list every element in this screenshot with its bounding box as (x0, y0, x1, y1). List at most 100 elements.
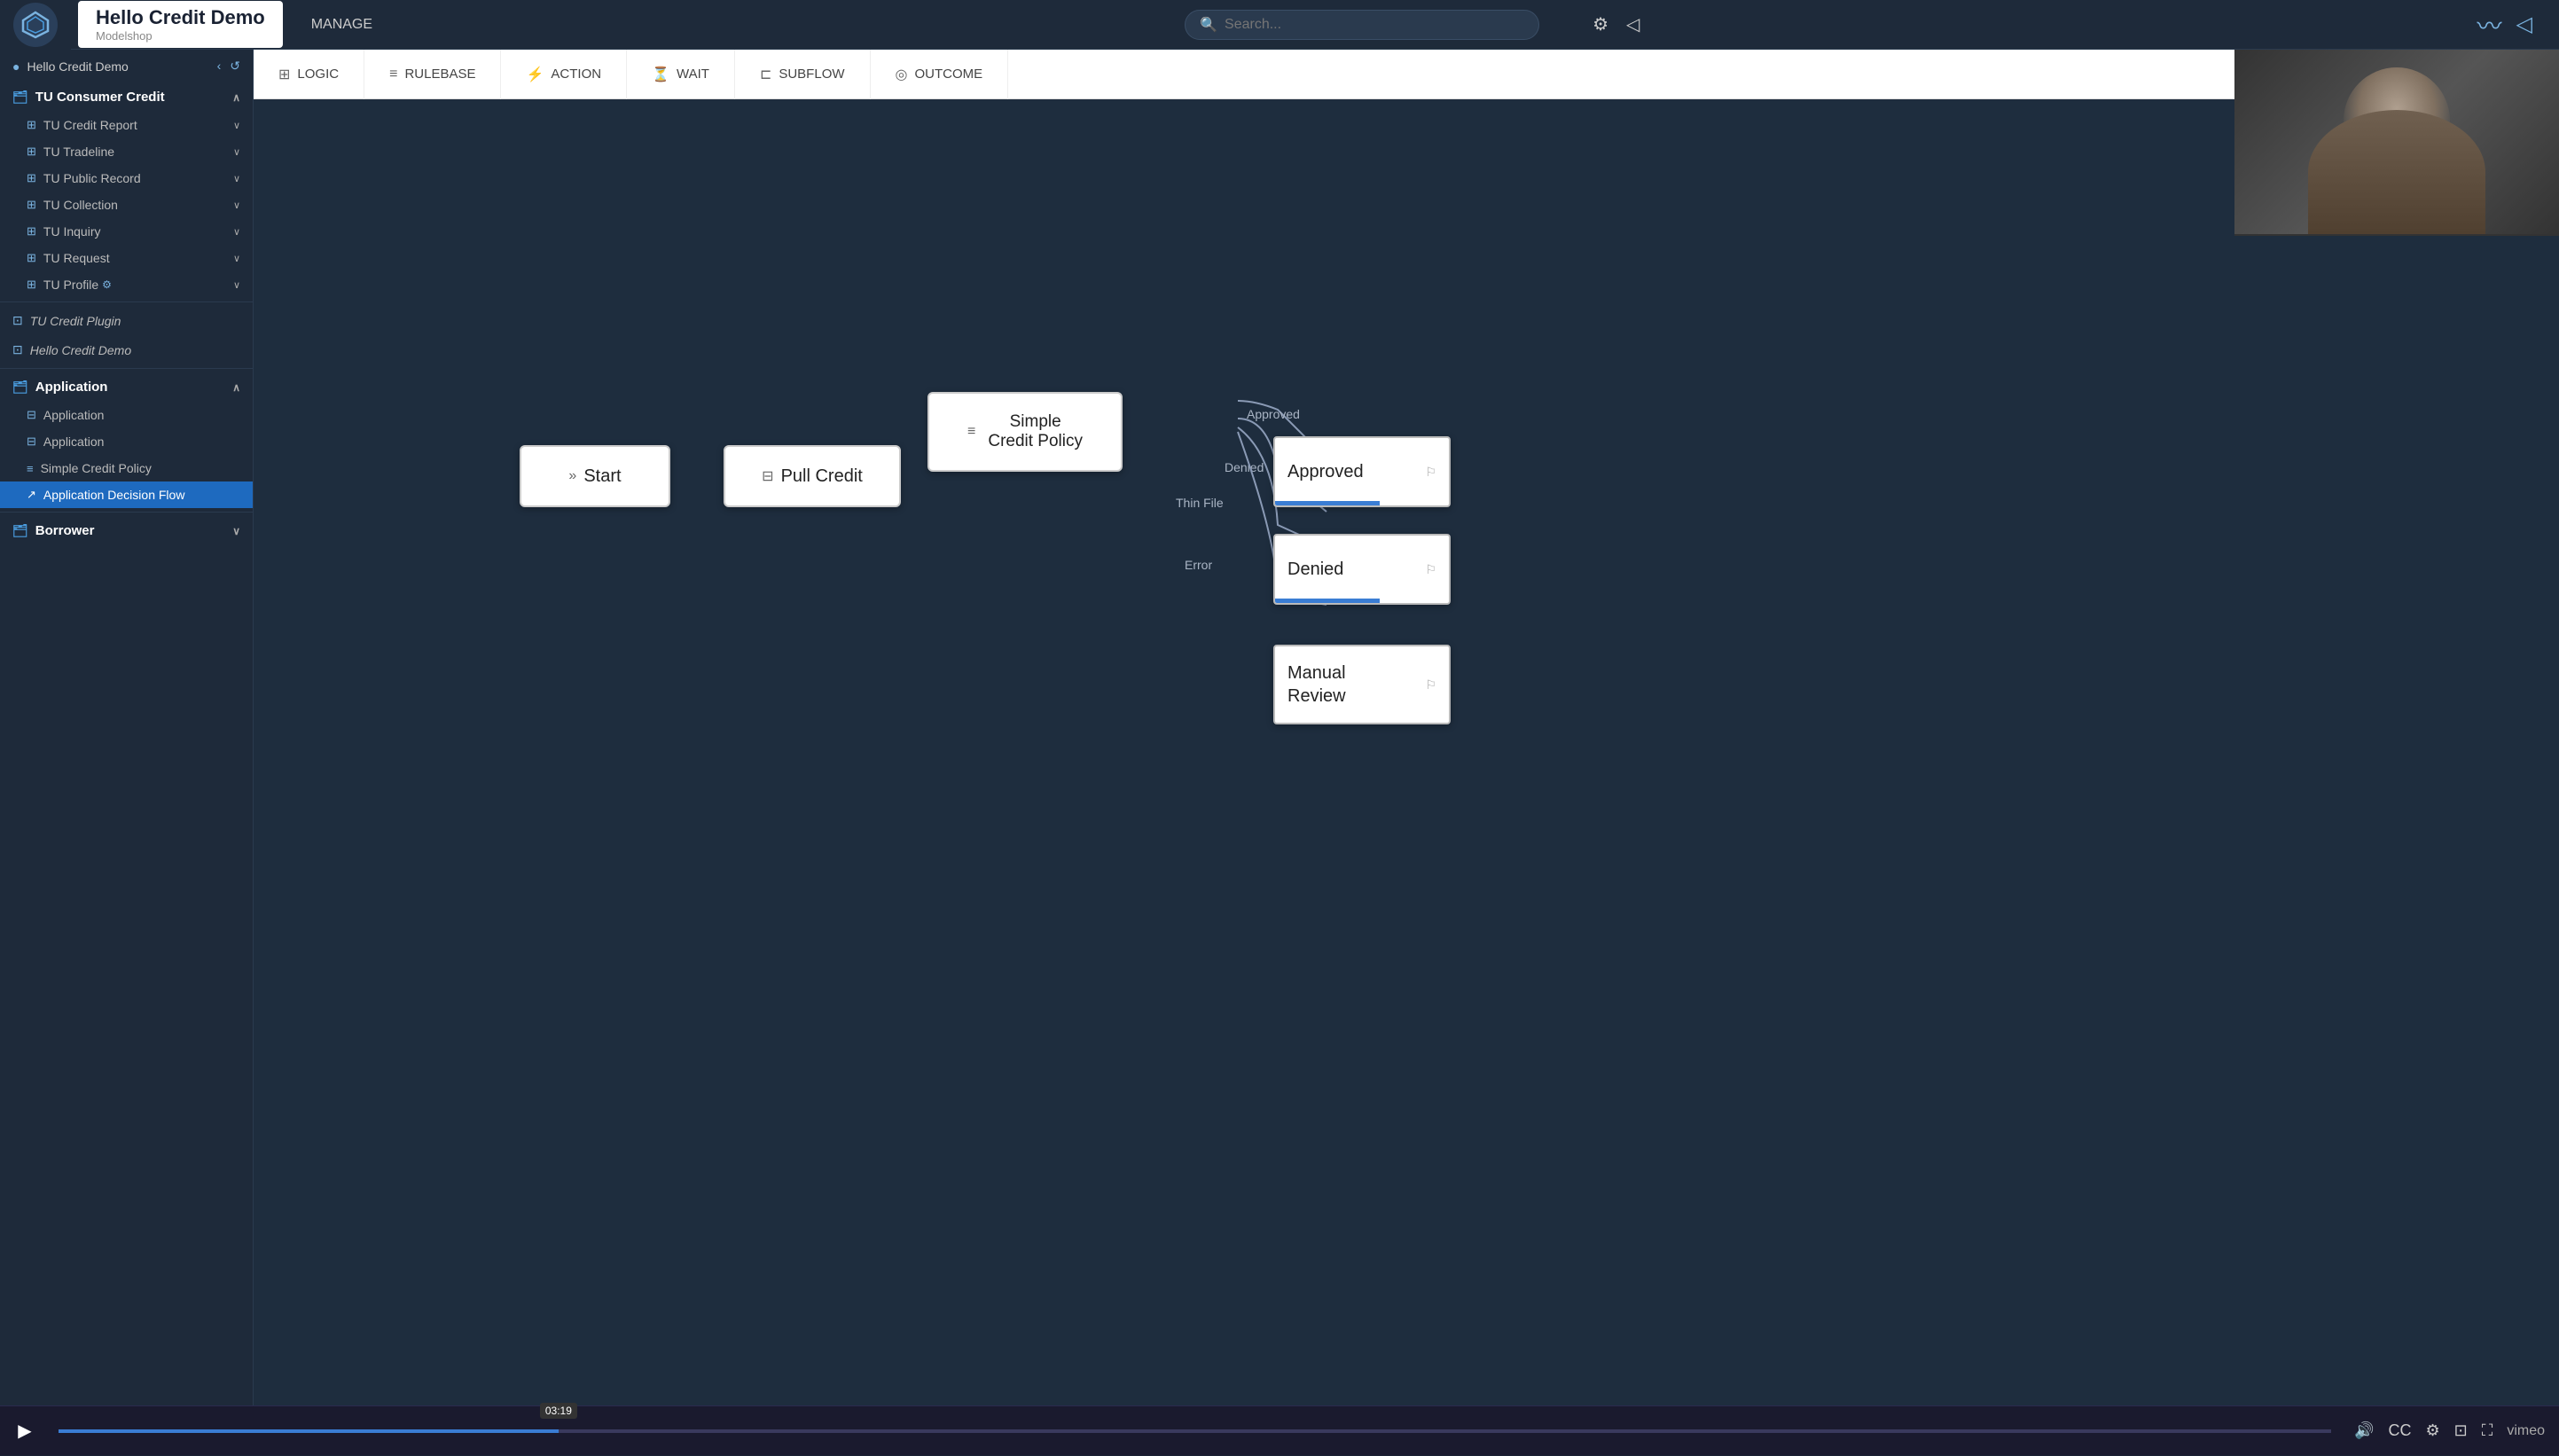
topbar: Hello Credit Demo Modelshop MANAGE 🔍 ⚙ ◁… (0, 0, 2559, 50)
tu-credit-plugin-item[interactable]: ⊡ TU Credit Plugin (0, 306, 253, 335)
app-1-icon: ⊟ (27, 408, 36, 422)
tu-credit-report-chevron: ∨ (233, 120, 240, 131)
settings-icon[interactable]: ⚙ (1593, 13, 1608, 35)
application-section-label: Application (35, 380, 108, 395)
svg-text:Denied: Denied (1225, 460, 1264, 474)
sidebar: ● Hello Credit Demo ‹ ↺ 🗂 TU Consumer Cr… (0, 50, 254, 1405)
app-title-area: Hello Credit Demo Modelshop (78, 1, 283, 48)
main-area: ⊞ LOGIC ≡ RULEBASE ⚡ ACTION ⏳ WAIT ⊏ SUB… (254, 50, 2559, 1405)
simple-credit-policy-node[interactable]: ≡ SimpleCredit Policy (927, 392, 1123, 472)
start-node[interactable]: » Start (520, 445, 670, 507)
progress-fill (59, 1429, 559, 1433)
settings-video-icon[interactable]: ⚙ (2425, 1421, 2439, 1440)
play-button[interactable]: ▶ (0, 1406, 50, 1456)
send-icon[interactable]: ◁ (2516, 12, 2532, 37)
app-title: Hello Credit Demo (96, 6, 265, 29)
tu-public-record-item[interactable]: ⊞ TU Public Record ∨ (0, 165, 253, 192)
denied-blue-bar (1275, 599, 1380, 603)
rulebase-button[interactable]: ≡ RULEBASE (364, 50, 501, 99)
volume-icon[interactable]: 🔊 (2354, 1421, 2374, 1440)
hello-credit-demo-item[interactable]: ⊡ Hello Credit Demo (0, 335, 253, 364)
top-icons: ⚙ ◁ (1593, 13, 1639, 35)
tu-tradeline-icon: ⊞ (27, 145, 36, 159)
search-input[interactable] (1225, 17, 1524, 33)
section-borrower: 🗂 Borrower ∨ (0, 516, 253, 545)
canvas-toolbar: ⊞ LOGIC ≡ RULEBASE ⚡ ACTION ⏳ WAIT ⊏ SUB… (254, 50, 2559, 99)
tu-consumer-section-title[interactable]: 🗂 TU Consumer Credit ∧ (0, 82, 253, 112)
settings-small-icon: ⚙ (102, 278, 112, 291)
tu-credit-plugin-icon: ⊡ (12, 313, 23, 328)
share-icon[interactable]: ◁ (1626, 13, 1639, 35)
canvas[interactable]: Success Approved Denied Thin File Error … (254, 99, 2559, 1405)
tu-request-icon: ⊞ (27, 251, 36, 265)
time-tooltip: 03:19 (540, 1403, 577, 1419)
logo-area (0, 0, 71, 50)
denied-node[interactable]: Denied ⚐ (1273, 534, 1451, 605)
outcome-icon: ◎ (896, 66, 908, 83)
subflow-button[interactable]: ⊏ SUBFLOW (735, 50, 871, 99)
application-item-2[interactable]: ⊟ Application (0, 428, 253, 455)
wait-button[interactable]: ⏳ WAIT (627, 50, 735, 99)
logic-button[interactable]: ⊞ LOGIC (254, 50, 364, 99)
approved-flag-icon: ⚐ (1425, 465, 1436, 480)
video-bar: ▶ 03:19 🔊 CC ⚙ ⊡ ⛶ vimeo (0, 1405, 2559, 1455)
search-bar: 🔍 (1185, 10, 1539, 40)
tu-consumer-chevron: ∧ (232, 91, 240, 104)
manual-review-node[interactable]: ManualReview ⚐ (1273, 645, 1451, 724)
tu-request-item[interactable]: ⊞ TU Request ∨ (0, 245, 253, 271)
tu-request-chevron: ∨ (233, 253, 240, 264)
logo-icon (13, 3, 58, 47)
wait-icon: ⏳ (652, 66, 669, 83)
fullscreen-icon[interactable]: ⛶ (2482, 1421, 2493, 1440)
progress-bar[interactable]: 03:19 (59, 1429, 2331, 1433)
denied-flag-icon: ⚐ (1425, 562, 1436, 577)
separator-2 (0, 368, 253, 369)
video-placeholder (2234, 50, 2559, 234)
application-section-chevron: ∧ (232, 381, 240, 394)
approved-node[interactable]: Approved ⚐ (1273, 436, 1451, 507)
tu-profile-item[interactable]: ⊞ TU Profile ⚙ ∨ (0, 271, 253, 298)
simple-credit-policy-item[interactable]: ≡ Simple Credit Policy (0, 455, 253, 481)
pull-credit-icon: ⊟ (762, 467, 773, 485)
borrower-folder-icon: 🗂 (12, 523, 28, 538)
tu-public-record-icon: ⊞ (27, 171, 36, 185)
separator-3 (0, 512, 253, 513)
svg-text:Thin File: Thin File (1176, 496, 1224, 510)
hello-credit-icon: ● (12, 59, 20, 74)
manual-review-flag-icon: ⚐ (1425, 677, 1436, 693)
action-button[interactable]: ⚡ ACTION (501, 50, 627, 99)
application-item-1[interactable]: ⊟ Application (0, 402, 253, 428)
pull-credit-node[interactable]: ⊟ Pull Credit (724, 445, 901, 507)
hello-credit-label[interactable]: Hello Credit Demo (27, 59, 128, 74)
scp-label: SimpleCredit Policy (988, 412, 1083, 451)
tu-collection-chevron: ∨ (233, 200, 240, 211)
logic-icon: ⊞ (278, 66, 290, 83)
denied-label: Denied (1287, 560, 1343, 580)
borrower-section-title[interactable]: 🗂 Borrower ∨ (0, 516, 253, 545)
rulebase-icon: ≡ (389, 67, 397, 82)
tu-profile-chevron: ∨ (233, 279, 240, 291)
application-section-title[interactable]: 🗂 Application ∧ (0, 372, 253, 402)
outcome-button[interactable]: ◎ OUTCOME (871, 50, 1009, 99)
tu-credit-report-item[interactable]: ⊞ TU Credit Report ∨ (0, 112, 253, 138)
approved-blue-bar (1275, 501, 1380, 505)
scp-icon: ≡ (967, 424, 975, 440)
tu-profile-icon: ⊞ (27, 278, 36, 292)
tu-collection-item[interactable]: ⊞ TU Collection ∨ (0, 192, 253, 218)
action-icon: ⚡ (526, 66, 544, 83)
svg-text:Error: Error (1185, 558, 1212, 572)
simple-credit-policy-icon: ≡ (27, 462, 34, 475)
tu-inquiry-item[interactable]: ⊞ TU Inquiry ∨ (0, 218, 253, 245)
collapse-icon[interactable]: ‹ (217, 59, 222, 74)
manage-button[interactable]: MANAGE (301, 12, 383, 38)
pip-icon[interactable]: ⊡ (2454, 1421, 2468, 1440)
application-decision-flow-item[interactable]: ↗ Application Decision Flow (0, 481, 253, 508)
tu-inquiry-chevron: ∨ (233, 226, 240, 238)
caption-icon[interactable]: CC (2388, 1421, 2411, 1440)
vimeo-logo: vimeo (2507, 1423, 2545, 1439)
sidebar-header-icons: ‹ ↺ (217, 59, 240, 74)
approved-label: Approved (1287, 462, 1364, 482)
refresh-icon[interactable]: ↺ (230, 59, 240, 74)
start-label: Start (583, 466, 621, 487)
tu-tradeline-item[interactable]: ⊞ TU Tradeline ∨ (0, 138, 253, 165)
